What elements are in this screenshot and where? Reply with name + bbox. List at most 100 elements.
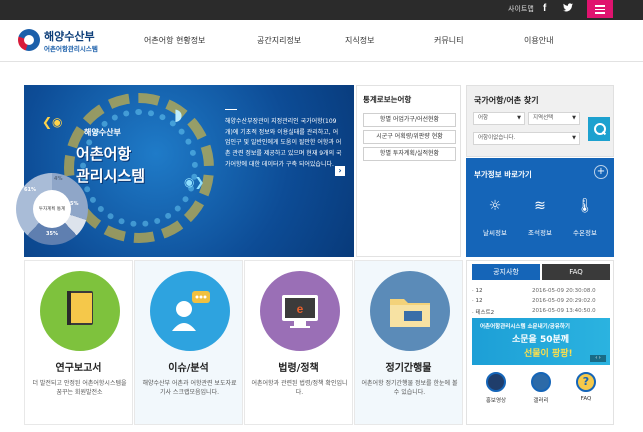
chevron-down-icon: ▼ [572, 115, 576, 121]
notice-panel: 공지사항 FAQ · 12 2016-05-09 20:30:08.0 · 12… [466, 260, 614, 425]
hero-next-arrow-icon[interactable]: › [335, 166, 345, 176]
harbor-type-select[interactable]: 어항 ▼ [473, 112, 525, 125]
chevron-down-icon: ▼ [572, 135, 576, 141]
card-circle [40, 271, 120, 351]
ministry-emblem-icon [18, 29, 40, 51]
top-bar: 사이트맵 f [0, 0, 643, 20]
logo[interactable]: 해양수산부 어촌어항관리시스템 [18, 26, 118, 56]
banner-pager[interactable]: ‹ › [590, 355, 606, 362]
stats-button-households[interactable]: 항별 어업가구/어선현황 [363, 113, 456, 127]
stats-button-investment[interactable]: 항별 투자계획/실적현황 [363, 147, 456, 161]
donut-center: 투자계획 통계 [33, 190, 71, 228]
notice-row[interactable]: · 12 2016-05-09 20:30:08.0 [472, 288, 610, 294]
twitter-icon[interactable] [563, 3, 573, 15]
hero-description: 해양수산부장관이 지정관리인 국가어항(109개)에 기초적 정보와 이용실태를… [225, 118, 342, 168]
banner-small-text: 어촌어항관리시스템 소문내기/공유하기 [480, 324, 570, 330]
notice-date: 2016-05-09 20:29:02.0 [532, 298, 596, 304]
hero-title-line2: 관리시스템 [76, 167, 146, 185]
logo-title: 해양수산부 [44, 30, 95, 43]
notice-row[interactable]: · 테스트2 2016-05-09 13:40:50.0 [472, 308, 610, 316]
card-circle [370, 271, 450, 351]
book-icon [67, 291, 93, 325]
nav-item-geo[interactable]: 공간지리정보 [257, 35, 301, 46]
tab-faq[interactable]: FAQ [542, 264, 610, 280]
category-cards: 연구보고서 더 발전되고 안정된 어촌어항시스템을 꿈꾸는 회원발전소 이슈/분… [24, 260, 463, 425]
notice-title: · 테스트2 [472, 310, 495, 316]
notice-row[interactable]: · 12 2016-05-09 20:29:02.0 [472, 298, 610, 304]
water-temp-label[interactable]: 수온정보 [565, 227, 605, 237]
weather-icon[interactable]: ☼ [480, 198, 510, 214]
quick-link-gallery[interactable]: 갤러리 [526, 372, 556, 404]
fish-icon: ❮◉ [42, 115, 63, 129]
card-circle: e [260, 271, 340, 351]
banner-headline: 소문을 50분께 [512, 335, 570, 345]
card-law-policy[interactable]: e 법령/정책 어촌어항과 관련된 법령/정책 확인입니다. [244, 260, 353, 425]
card-description: 어촌어항 정기간행물 정보를 한눈에 볼 수 있습니다. [361, 380, 458, 396]
nav-item-guide[interactable]: 이용안내 [524, 35, 553, 46]
hero-badge: 해양수산부 [84, 128, 121, 137]
stats-panel: 통계로보는어항 항별 어업가구/어선현황 시군구 어획량/위판량 현황 항별 투… [356, 85, 461, 257]
menu-button[interactable] [587, 0, 613, 18]
thermometer-icon[interactable]: 🌡︎ [570, 198, 600, 214]
search-title: 국가어항/어촌 찾기 [474, 96, 539, 105]
plus-icon[interactable]: + [594, 165, 608, 179]
quick-label: 홍보영상 [485, 398, 507, 404]
quick-link-video[interactable]: 홍보영상 [481, 372, 511, 404]
logo-subtitle: 어촌어항관리시스템 [44, 45, 98, 53]
weather-label[interactable]: 날씨정보 [475, 227, 515, 237]
tab-notice[interactable]: 공지사항 [472, 264, 540, 280]
card-circle [150, 271, 230, 351]
video-icon [486, 372, 506, 392]
card-research-reports[interactable]: 연구보고서 더 발전되고 안정된 어촌어항시스템을 꿈꾸는 회원발전소 [24, 260, 133, 425]
harbor-select[interactable]: 어항이없습니다. ▼ [473, 132, 580, 145]
notice-title: · 12 [472, 298, 483, 304]
card-description: 더 발전되고 안정된 어촌어항시스템을 꿈꾸는 회원발전소 [32, 380, 127, 396]
quick-label: FAQ [580, 396, 592, 402]
extra-title: 부가정보 바로가기 [474, 170, 532, 179]
facebook-icon[interactable]: f [543, 3, 546, 14]
donut-segment-label: 4% [54, 176, 63, 182]
donut-segment-label: 5% [70, 201, 79, 207]
quick-link-faq[interactable]: ? FAQ [571, 372, 601, 402]
nav-item-community[interactable]: 커뮤니티 [434, 35, 463, 46]
stats-button-catch[interactable]: 시군구 어획량/위판량 현황 [363, 130, 456, 144]
nav-item-status[interactable]: 어촌어항 현황정보 [144, 35, 205, 46]
banner-subheadline: 선물이 팡팡! [524, 349, 573, 359]
donut-label: 투자계획 통계 [38, 207, 66, 212]
question-icon: ? [576, 372, 596, 392]
promo-banner[interactable]: 어촌어항관리시스템 소문내기/공유하기 소문을 50분께 선물이 팡팡! ‹ › [472, 318, 610, 365]
card-description: 어촌어항과 관련된 법령/정책 확인입니다. [251, 380, 348, 396]
extra-info-panel: 부가정보 바로가기 + ☼ ≋ 🌡︎ 날씨정보 조석정보 수온정보 [466, 158, 614, 257]
tide-label[interactable]: 조석정보 [520, 227, 560, 237]
presenter-icon [172, 291, 210, 331]
notice-date: 2016-05-09 13:40:50.0 [532, 308, 596, 314]
quick-label: 갤러리 [533, 398, 549, 404]
nav-item-knowledge[interactable]: 지식정보 [345, 35, 374, 46]
main-nav: 해양수산부 어촌어항관리시스템 어촌어항 현황정보 공간지리정보 지식정보 커뮤… [0, 20, 643, 62]
chevron-down-icon: ▼ [517, 115, 521, 121]
card-periodicals[interactable]: 정기간행물 어촌어항 정기간행물 정보를 한눈에 볼 수 있습니다. [354, 260, 463, 425]
region-select[interactable]: 지역선택 ▼ [528, 112, 580, 125]
card-title: 법령/정책 [278, 363, 319, 374]
hero-title-line1: 어촌어항 [76, 145, 132, 163]
card-title: 이슈/분석 [168, 363, 209, 374]
card-description: 해양수산부 어촌과 어항관련 보도자료 기사 스크랩모음입니다. [142, 380, 237, 396]
folder-icon [390, 299, 430, 327]
fish-icon: ◉❯ [184, 175, 205, 189]
notice-title: · 12 [472, 288, 483, 294]
sitemap-link[interactable]: 사이트맵 [508, 4, 534, 14]
search-button[interactable] [588, 117, 610, 141]
gallery-icon [531, 372, 551, 392]
tide-icon[interactable]: ≋ [525, 198, 555, 214]
stats-title: 통계로보는어항 [363, 95, 412, 104]
donut-segment-label: 35% [46, 231, 58, 237]
donut-segment-label: 61% [24, 187, 36, 193]
svg-text:e: e [297, 302, 304, 316]
hero-divider [225, 109, 237, 110]
monitor-icon: e [282, 295, 318, 328]
dolphin-icon: ◗ [174, 105, 183, 124]
card-title: 정기간행물 [385, 363, 432, 374]
investment-donut-chart[interactable]: 투자계획 통계 61% 4% 5% 35% [16, 173, 88, 245]
card-title: 연구보고서 [55, 363, 102, 374]
card-issue-analysis[interactable]: 이슈/분석 해양수산부 어촌과 어항관련 보도자료 기사 스크랩모음입니다. [134, 260, 243, 425]
